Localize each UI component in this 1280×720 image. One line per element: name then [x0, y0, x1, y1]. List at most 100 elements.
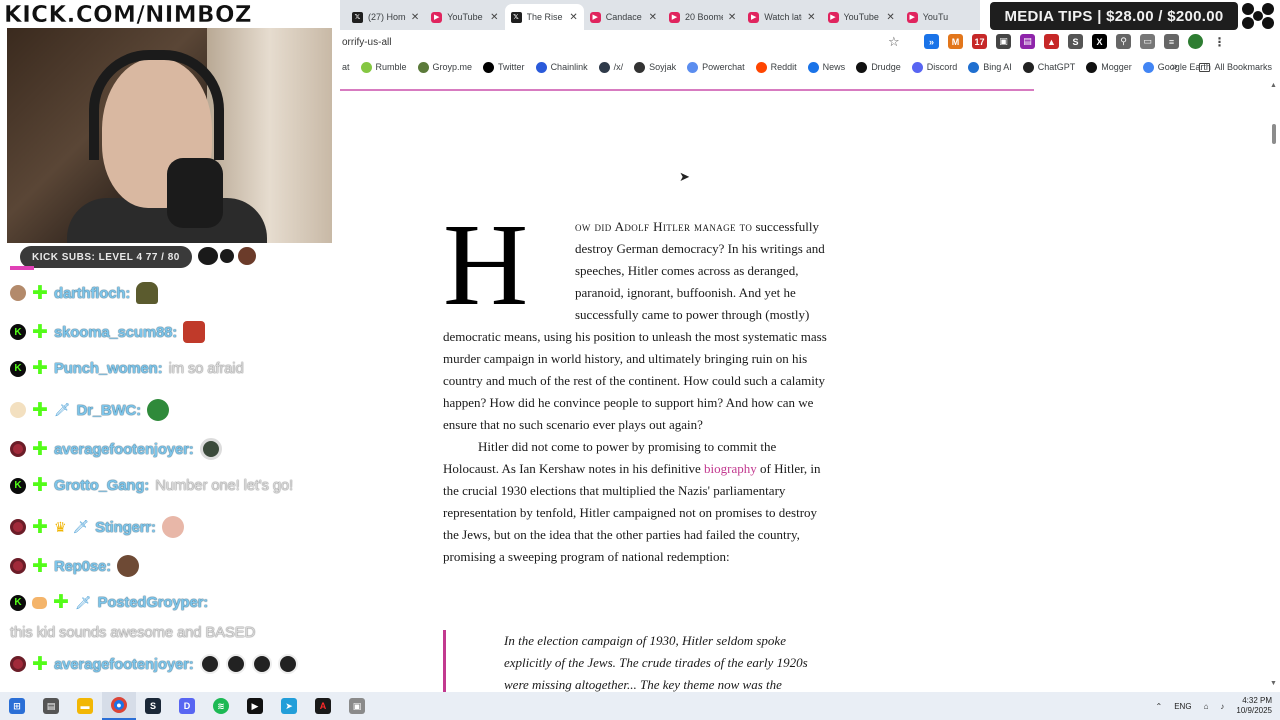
extension-icon[interactable]: ▣ [996, 34, 1011, 49]
network-icon[interactable]: ⌂ [1204, 702, 1209, 711]
extension-icon[interactable]: ▲ [1044, 34, 1059, 49]
sword-badge-icon: 🗡 [54, 402, 71, 417]
chat-username[interactable]: Rep0se: [54, 558, 111, 575]
clock[interactable]: 4:32 PM 10/9/2025 [1236, 696, 1272, 716]
stream-overlay: KICK.COM/NIMBOZ 439 KICK SUBS: LEVEL 4 7… [0, 0, 340, 692]
all-bookmarks-label[interactable]: All Bookmarks [1214, 62, 1272, 72]
browser-tab[interactable]: 𝕏 The Rise o ✕ [504, 4, 584, 30]
kebab-menu-icon[interactable]: ⋮ [1212, 34, 1227, 49]
bookmark-item[interactable]: Discord [911, 61, 957, 73]
bookmark-item[interactable]: /x/ [598, 61, 623, 73]
close-tab-icon[interactable]: ✕ [490, 12, 498, 23]
chat-username[interactable]: averagefootenjoyer: [54, 441, 194, 458]
windows-start-icon[interactable]: ⊞ [0, 692, 34, 720]
bookmark-item[interactable]: News [807, 61, 845, 73]
web-page: ➤ H ow did Adolf Hitler manage to succes… [340, 80, 1268, 692]
chat-username[interactable]: Dr_BWC: [77, 402, 142, 419]
browser-tab[interactable]: ▶ 20 Boome ✕ [663, 4, 742, 30]
kick-badge-icon: K [10, 477, 26, 494]
bookmark-item[interactable]: Bing AI [968, 61, 1012, 73]
stream-logo-icon [1242, 3, 1274, 29]
chat-username[interactable]: Punch_women: [54, 360, 163, 377]
chat-message: ✚ ♛ 🗡 Stingerr: [10, 516, 184, 538]
side-panel-icon[interactable]: ▭ [1140, 34, 1155, 49]
browser-tab[interactable]: ▶ Watch late ✕ [742, 4, 821, 30]
kick-badge-icon: K [10, 324, 26, 340]
close-tab-icon[interactable]: ✕ [807, 12, 815, 23]
steam-icon[interactable]: S [136, 692, 170, 720]
extension-icon[interactable]: » [924, 34, 939, 49]
close-tab-icon[interactable]: ✕ [411, 12, 419, 23]
bookmark-item[interactable]: ChatGPT [1022, 61, 1075, 73]
subscriber-plus-icon: ✚ [32, 438, 48, 460]
close-tab-icon[interactable]: ✕ [886, 12, 894, 23]
extension-badge-icon[interactable]: 17 [972, 34, 987, 49]
tray-overflow-icon[interactable]: ⌃ [1156, 702, 1163, 711]
spotify-icon[interactable]: ≋ [204, 692, 238, 720]
bookmark-item[interactable]: Drudge [856, 61, 901, 73]
chat-username[interactable]: skooma_scum88: [54, 324, 177, 341]
scrollbar-thumb[interactable] [1272, 124, 1276, 144]
adobe-icon[interactable]: A [306, 692, 340, 720]
close-tab-icon[interactable]: ✕ [569, 12, 577, 23]
bookmark-item[interactable]: Soyjak [634, 61, 676, 73]
terminal-icon[interactable]: ▶ [238, 692, 272, 720]
bookmark-favicon-icon [483, 61, 495, 73]
bookmark-item[interactable]: Powerchat [687, 61, 745, 73]
chrome-icon[interactable]: ● [102, 692, 136, 720]
url-text[interactable]: orrify-us-all [340, 37, 391, 48]
tab-title: Watch late [764, 12, 802, 22]
browser-tab[interactable]: ▶ YouTu [901, 4, 980, 30]
bookmark-item[interactable]: Chainlink [535, 61, 588, 73]
puzzle-extensions-icon[interactable]: ⚲ [1116, 34, 1131, 49]
scroll-up-icon[interactable]: ▲ [1270, 82, 1277, 89]
profile-avatar-icon[interactable] [1188, 34, 1203, 49]
chat-username[interactable]: Grotto_Gang: [54, 477, 149, 494]
menu-icon[interactable]: ≡ [1164, 34, 1179, 49]
browser-tab[interactable]: ▶ YouTube ✕ [425, 4, 504, 30]
bookmark-item[interactable]: Twitter [483, 61, 525, 73]
chat-text-continuation: this kid sounds awesome and BASED [10, 624, 256, 641]
discord-icon[interactable]: D [170, 692, 204, 720]
bookmark-item[interactable]: Rumble [360, 61, 407, 73]
browser-tab[interactable]: 𝕏 (27) Home ✕ [346, 4, 425, 30]
page-scrollbar[interactable]: ▲ ▼ [1268, 80, 1280, 692]
bookmark-item[interactable]: at [342, 62, 350, 72]
task-view-icon[interactable]: ▤ [34, 692, 68, 720]
app-icon[interactable]: ▣ [340, 692, 374, 720]
address-bar[interactable]: orrify-us-all ☆ » M 17 ▣ ▤ ▲ S X ⚲ ▭ ≡ ⋮ [340, 30, 1280, 54]
chat-username[interactable]: Stingerr: [95, 519, 156, 536]
bookmark-star-icon[interactable]: ☆ [888, 34, 900, 50]
extension-icon[interactable]: ▤ [1020, 34, 1035, 49]
chat-message: ✚ averagefootenjoyer: [10, 654, 298, 674]
chat-username[interactable]: PostedGroyper: [98, 594, 209, 611]
bookmarks-overflow-icon[interactable]: » [1171, 61, 1177, 73]
volume-icon[interactable]: ♪ [1220, 702, 1224, 711]
extension-icon[interactable]: S [1068, 34, 1083, 49]
sub-badge-icon [10, 558, 26, 574]
close-tab-icon[interactable]: ✕ [649, 12, 657, 23]
bookmarks-right-group: » All Bookmarks [1171, 56, 1272, 78]
chat-username[interactable]: darthfloch: [54, 285, 130, 302]
chat-username[interactable]: averagefootenjoyer: [54, 656, 194, 673]
bookmark-item[interactable]: Reddit [755, 61, 797, 73]
browser-tab[interactable]: ▶ Candace ✕ [584, 4, 663, 30]
x-extension-icon[interactable]: X [1092, 34, 1107, 49]
chat-text: im so afraid [168, 360, 244, 377]
bookmark-label: Chainlink [550, 62, 588, 72]
bookmark-item[interactable]: Mogger [1086, 61, 1132, 73]
bookmark-item[interactable]: Groyp.me [417, 61, 472, 73]
scroll-down-icon[interactable]: ▼ [1270, 680, 1277, 687]
telegram-icon[interactable]: ➤ [272, 692, 306, 720]
kick-badge-icon: K [10, 360, 26, 377]
language-indicator[interactable]: ENG [1174, 702, 1191, 711]
emote-icon [199, 654, 220, 674]
metamask-icon[interactable]: M [948, 34, 963, 49]
browser-tab[interactable]: ▶ YouTube ✕ [822, 4, 901, 30]
decoration-icon [220, 249, 234, 263]
close-tab-icon[interactable]: ✕ [728, 12, 736, 23]
subscriber-plus-icon: ✚ [53, 592, 69, 613]
youtube-icon: ▶ [827, 11, 839, 23]
file-explorer-icon[interactable]: ▬ [68, 692, 102, 720]
biography-link[interactable]: biography [704, 461, 757, 476]
